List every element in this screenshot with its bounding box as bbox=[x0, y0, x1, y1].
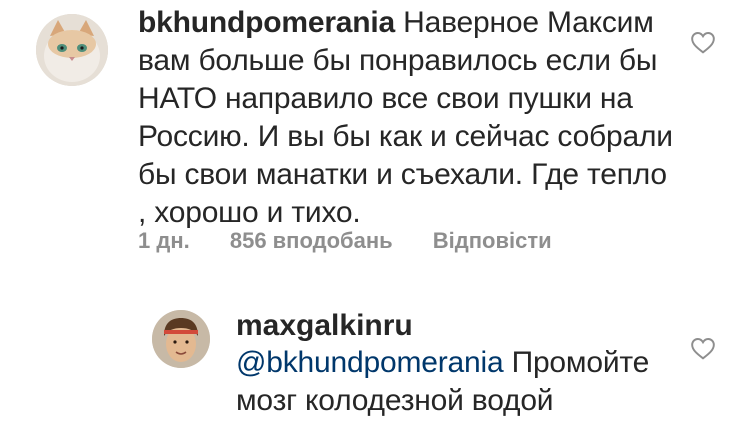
comment-username[interactable]: maxgalkinru bbox=[236, 307, 413, 345]
comment-body: @bkhundpomerania Промойте мозг колодезно… bbox=[236, 344, 706, 420]
comment-body: bkhundpomerania Наверное Максим вам боль… bbox=[138, 4, 683, 232]
comment-meta: 1 дн. 856 вподобань Відповісти bbox=[138, 227, 552, 255]
heart-outline-icon[interactable] bbox=[690, 336, 716, 360]
comment-likes[interactable]: 856 вподобань bbox=[230, 227, 393, 255]
heart-outline-icon[interactable] bbox=[690, 30, 716, 54]
comment-text: Наверное Максим вам больше бы понравилос… bbox=[138, 6, 673, 229]
mention-link[interactable]: @bkhundpomerania bbox=[236, 346, 504, 379]
user-avatar-icon[interactable] bbox=[152, 310, 210, 368]
comment-time: 1 дн. bbox=[138, 228, 190, 253]
comment-username[interactable]: bkhundpomerania bbox=[138, 6, 395, 39]
cat-avatar-icon[interactable] bbox=[36, 14, 108, 86]
reply-button[interactable]: Відповісти bbox=[433, 227, 552, 255]
